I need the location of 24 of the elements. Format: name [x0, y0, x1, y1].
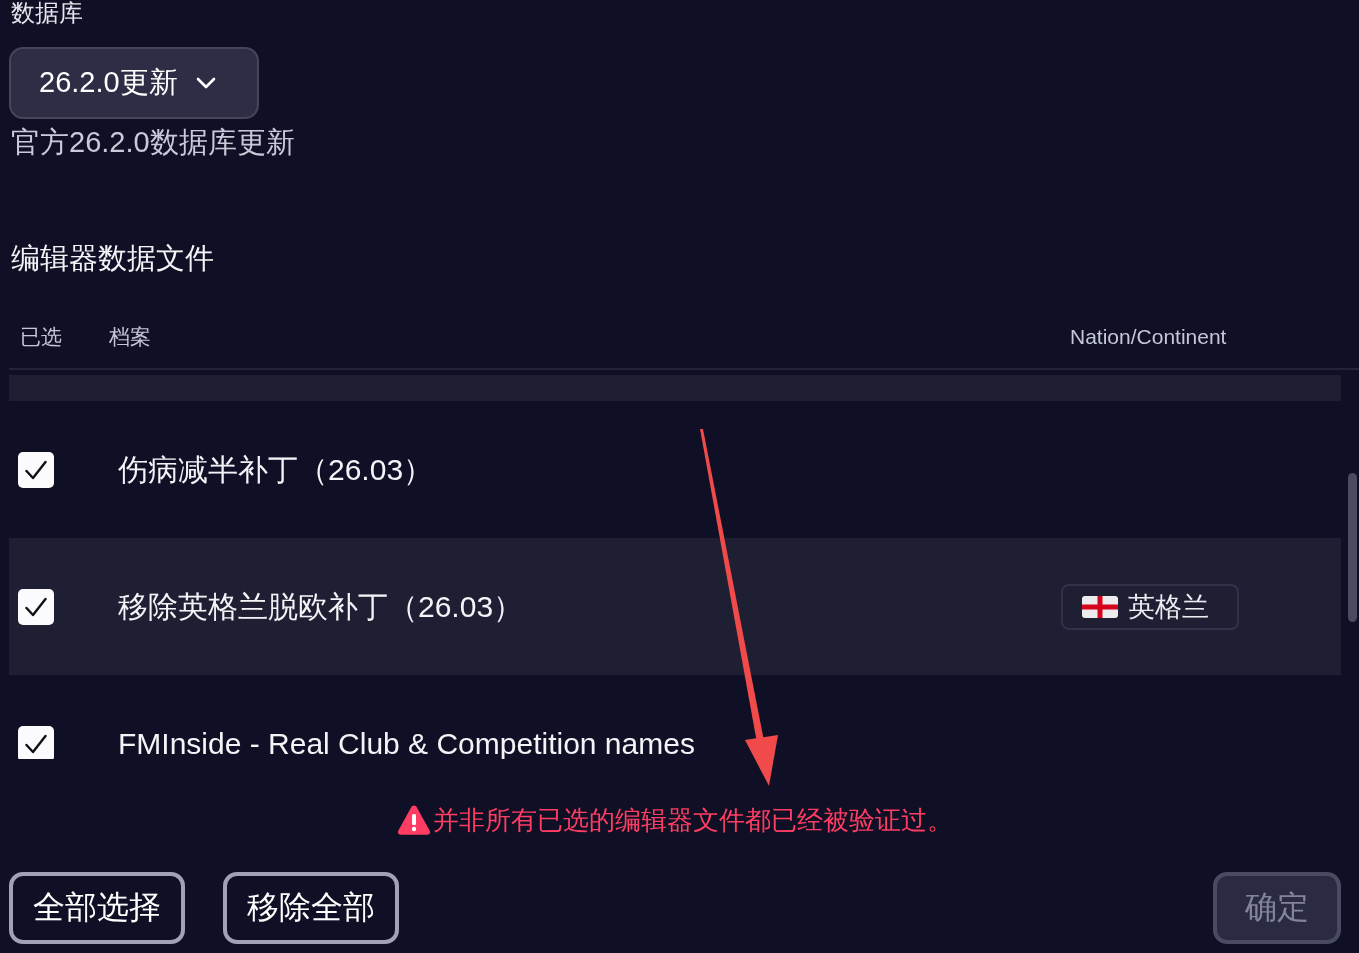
file-name: 移除英格兰脱欧补丁（26.03） [118, 592, 524, 621]
warning-message: 并非所有已选的编辑器文件都已经被验证过。 [433, 804, 953, 836]
checkbox[interactable] [18, 588, 54, 625]
database-description: 官方26.2.0数据库更新 [10, 125, 295, 160]
warning-icon [397, 804, 431, 836]
scrollbar-thumb[interactable] [1348, 473, 1357, 622]
nation-name: 英格兰 [1128, 590, 1209, 623]
file-name: FMInside - Real Club & Competition names [118, 729, 695, 758]
flag-icon [1082, 595, 1118, 618]
file-name: 伤病减半补丁（26.03） [118, 455, 434, 484]
column-header: 档案 [109, 325, 151, 348]
check-icon [25, 733, 47, 754]
section-title: 编辑器数据文件 [10, 241, 214, 276]
checkbox[interactable] [18, 725, 54, 759]
chevron-down-icon [195, 77, 216, 89]
check-icon [25, 596, 47, 617]
check-icon [25, 459, 47, 480]
column-header: 已选 [20, 325, 62, 348]
section-label: 数据库 [10, 0, 83, 26]
action-button[interactable]: 全部选择 [9, 872, 185, 944]
column-header: Nation/Continent [1070, 325, 1227, 348]
version-dropdown[interactable]: 26.2.0更新 [9, 47, 259, 119]
action-button[interactable]: 移除全部 [223, 872, 399, 944]
checkbox[interactable] [18, 451, 54, 488]
